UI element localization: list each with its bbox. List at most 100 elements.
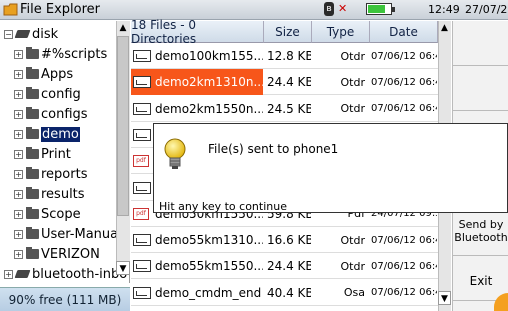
expand-icon[interactable]: + [14, 109, 23, 119]
folder-icon [26, 47, 39, 59]
list-scroll-down-button[interactable]: ▼ [438, 291, 451, 305]
app-title: File Explorer [20, 2, 101, 17]
tree-item-user-manua[interactable]: + User-Manua [14, 223, 118, 245]
file-row[interactable]: demo55km1310... 16.6 KB Otdr 07/06/12 06:40 [131, 227, 438, 254]
trace-icon [133, 128, 151, 141]
file-row[interactable]: demo100km155... 12.8 KB Otdr 07/06/12 06:40 [131, 43, 438, 69]
file-type-text: Otdr [340, 233, 365, 247]
tree-scroll-down-button[interactable]: ▼ [116, 261, 130, 275]
pdf-icon: pdf [133, 207, 149, 220]
tree-item-label: config [41, 86, 81, 102]
file-name: demo2km1310n... [155, 75, 263, 90]
tree-item-label: bluetooth-inbo [32, 266, 128, 282]
file-row[interactable]: demo55km1550... 24.4 KB Otdr 07/06/12 06:40 [131, 253, 438, 280]
file-name: demo2km1550n... [155, 101, 263, 116]
bluetooth-icon[interactable]: ʙ [324, 2, 334, 16]
file-type: Osa [313, 280, 369, 306]
trace-icon [133, 76, 151, 89]
file-size-text: 12.8 KB [267, 49, 311, 63]
expand-icon[interactable]: + [14, 49, 23, 59]
column-header-name[interactable]: 18 Files - 0 Directories [131, 18, 264, 46]
expand-icon[interactable]: + [14, 69, 23, 79]
date: 27/07/2012 [465, 3, 508, 16]
free-space-status: 90% free (111 MB) [0, 287, 130, 311]
tree-scroll-up-button[interactable]: ▲ [116, 21, 130, 35]
trace-icon [133, 260, 151, 273]
folder-tree[interactable]: − disk + #%scripts + Apps + config + configs + demo… [0, 21, 130, 283]
tree-item-config[interactable]: + config [14, 83, 81, 105]
expand-icon[interactable]: + [4, 269, 13, 279]
folder-icon [26, 247, 39, 259]
tree-item-label: VERIZON [41, 246, 100, 262]
tree-item-scope[interactable]: + Scope [14, 203, 81, 225]
send-bluetooth-button[interactable]: Send by Bluetooth [453, 206, 508, 256]
folder-icon [26, 67, 39, 79]
tree-item-disk[interactable]: − disk [4, 23, 58, 45]
drive-icon [14, 30, 31, 38]
file-date: 07/06/12 06:40 [371, 280, 437, 306]
tree-item-label: results [41, 186, 85, 202]
file-type-text: Otdr [340, 49, 365, 63]
expand-icon[interactable]: + [14, 249, 23, 259]
expand-icon[interactable]: + [14, 129, 23, 139]
tree-item-label: Scope [41, 206, 81, 222]
file-size-text: 16.6 KB [267, 233, 311, 248]
file-size-text: 40.4 KB [267, 285, 311, 300]
tree-scroll-thumb[interactable] [117, 36, 129, 216]
tree-item-configs[interactable]: + configs [14, 103, 88, 125]
tree-item-print[interactable]: + Print [14, 143, 71, 165]
file-row[interactable]: demo2km1310n... 24.4 KB Otdr 07/06/12 06:40 [131, 69, 438, 96]
expand-icon[interactable]: + [14, 149, 23, 159]
expand-icon[interactable]: + [14, 209, 23, 219]
battery-icon [366, 3, 395, 15]
folder-icon [26, 167, 39, 179]
column-header-type[interactable]: Type [312, 21, 370, 43]
expand-icon[interactable]: + [14, 189, 23, 199]
tree-item-label: disk [32, 26, 59, 42]
list-scroll-up-button[interactable]: ▲ [438, 21, 451, 35]
tree-item-verizon[interactable]: + VERIZON [14, 243, 100, 265]
column-header-size[interactable]: Size [264, 21, 312, 43]
file-name-cell: demo100km155... [131, 43, 263, 69]
file-size-text: 24.5 KB [267, 101, 311, 116]
trace-icon [133, 102, 151, 115]
file-date-text: 07/06/12 06:40 [371, 234, 437, 246]
sidebar-blank-button-1[interactable] [453, 21, 508, 66]
file-row[interactable]: demo_cmdm_end 40.4 KB Osa 07/06/12 06:40 [131, 280, 438, 306]
file-type: Otdr [313, 43, 369, 69]
trace-icon [133, 181, 151, 194]
file-date: 07/06/12 06:40 [371, 69, 437, 95]
file-name-cell: demo2km1550n... [131, 96, 263, 122]
trace-icon [133, 234, 151, 247]
tree-item-scripts[interactable]: + #%scripts [14, 43, 107, 65]
pdf-icon: pdf [133, 155, 149, 168]
file-size: 40.4 KB [265, 280, 311, 306]
folder-icon [26, 107, 39, 119]
lightbulb-icon [164, 138, 186, 169]
file-type: Otdr [313, 253, 369, 279]
expand-icon[interactable]: + [14, 229, 23, 239]
tree-item-reports[interactable]: + reports [14, 163, 87, 185]
file-date: 07/06/12 06:40 [371, 43, 437, 69]
file-name: demo55km1310... [155, 233, 263, 248]
file-date-text: 07/06/12 06:40 [371, 287, 437, 299]
collapse-icon[interactable]: − [4, 29, 13, 39]
tree-item-results[interactable]: + results [14, 183, 85, 205]
expand-icon[interactable]: + [14, 89, 23, 99]
file-name-cell: demo55km1310... [131, 227, 263, 253]
file-row[interactable]: demo2km1550n... 24.5 KB Otdr 07/06/12 06:40 [131, 96, 438, 122]
tree-item-demo[interactable]: + demo [14, 123, 80, 145]
file-size-text: 24.4 KB [267, 75, 311, 90]
sidebar-blank-button-2[interactable] [453, 66, 508, 111]
column-header-date[interactable]: Date [370, 21, 438, 43]
clock: 12:49 [428, 3, 460, 16]
tree-item-bluetooth-inbo[interactable]: + bluetooth-inbo [4, 263, 127, 283]
tree-item-label: Print [41, 146, 71, 162]
file-name: demo55km1550... [155, 259, 263, 274]
file-type-text: Otdr [340, 259, 365, 273]
tree-item-apps[interactable]: + Apps [14, 63, 73, 85]
bluetooth-off-icon: ✕ [338, 2, 348, 15]
expand-icon[interactable]: + [14, 169, 23, 179]
file-size: 24.5 KB [265, 96, 311, 122]
notification-dialog[interactable]: File(s) sent to phone1 Hit any key to co… [153, 123, 508, 213]
